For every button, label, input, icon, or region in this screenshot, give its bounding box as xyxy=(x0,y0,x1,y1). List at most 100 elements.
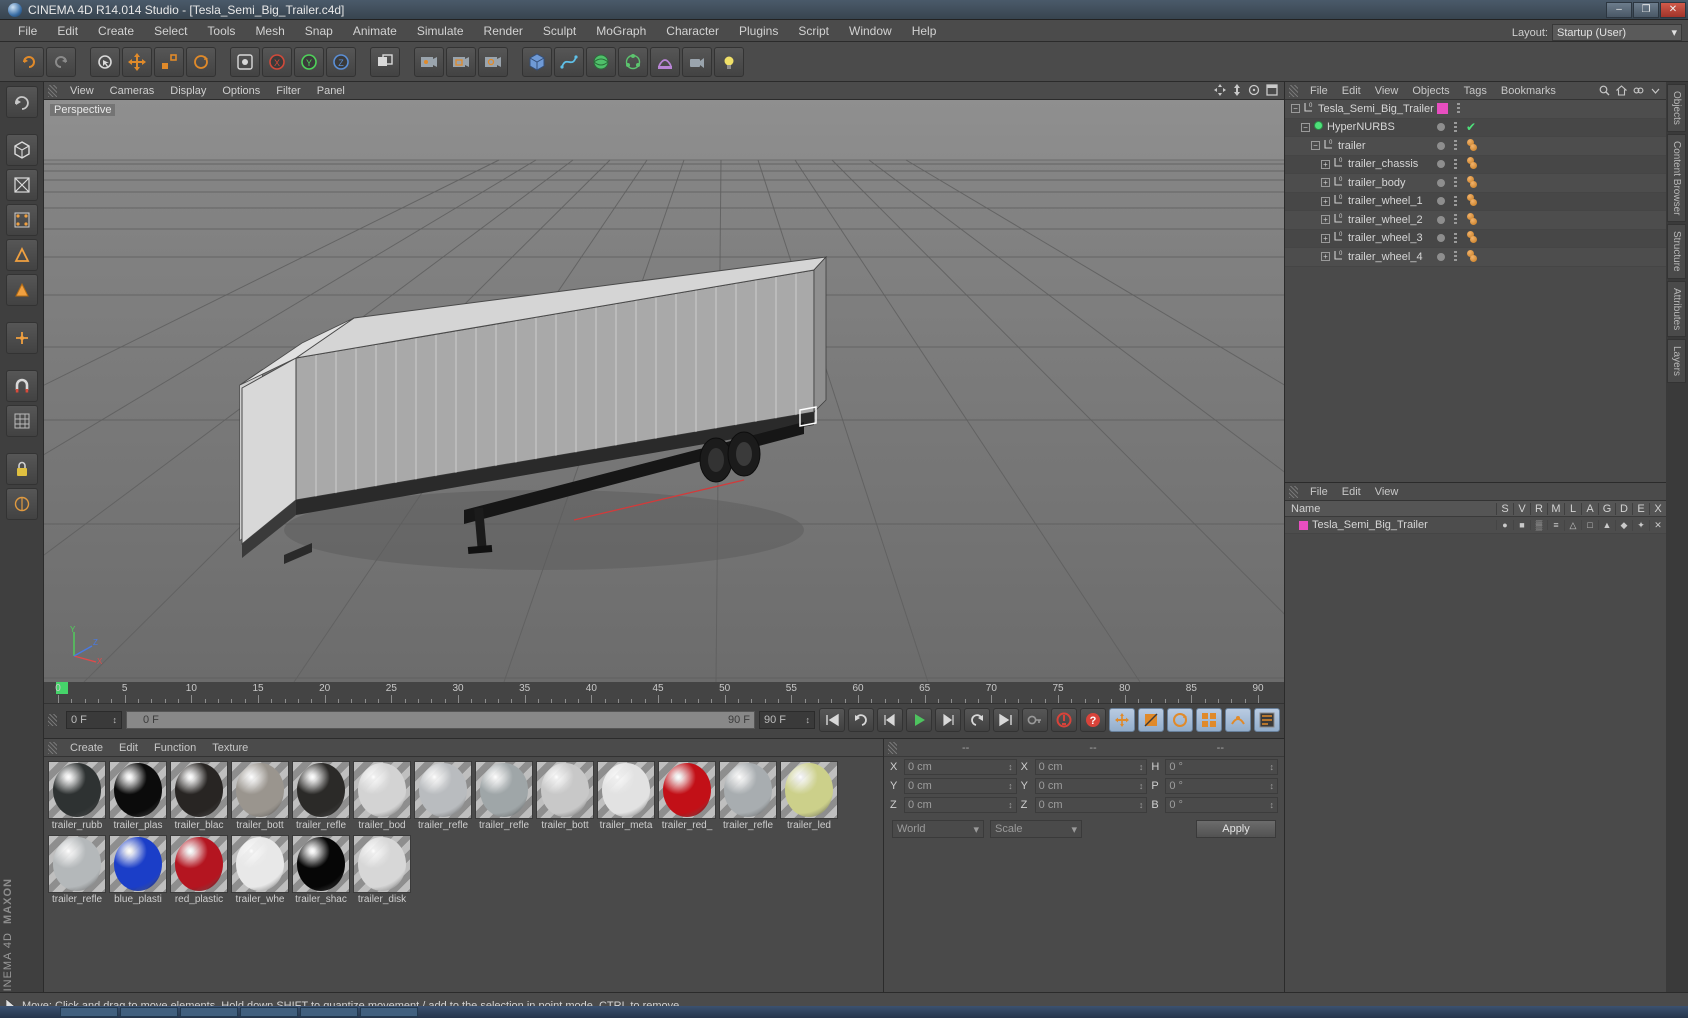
panel-grip-icon[interactable] xyxy=(1289,485,1298,498)
material-item[interactable]: trailer_refle xyxy=(414,761,472,832)
menu-item-select[interactable]: Select xyxy=(144,22,197,40)
material-swatch[interactable] xyxy=(48,835,106,893)
material-swatch[interactable] xyxy=(536,761,594,819)
visibility-dot[interactable] xyxy=(1437,123,1445,132)
editor-render-dots-icon[interactable] xyxy=(1454,195,1457,207)
material-item[interactable]: trailer_refle xyxy=(475,761,533,832)
menu-item-sculpt[interactable]: Sculpt xyxy=(533,22,586,40)
material-item[interactable]: trailer_shac xyxy=(292,835,350,906)
taskbar-item[interactable] xyxy=(300,1007,358,1017)
lock-x-axis-button[interactable]: X xyxy=(262,46,292,77)
rotate-button[interactable] xyxy=(186,46,216,77)
menu-item-help[interactable]: Help xyxy=(902,22,947,40)
material-swatch[interactable] xyxy=(475,761,533,819)
layer-column-M[interactable]: M xyxy=(1547,502,1564,515)
material-swatch[interactable] xyxy=(658,761,716,819)
spinner-icon[interactable]: ↕ xyxy=(1008,762,1013,772)
spinner-icon[interactable]: ↕ xyxy=(1139,781,1144,791)
lock-y-axis-button[interactable]: Y xyxy=(294,46,324,77)
viewport-menu-filter[interactable]: Filter xyxy=(268,84,308,98)
rotation-key-button[interactable] xyxy=(1167,708,1193,732)
material-menu-create[interactable]: Create xyxy=(62,741,111,755)
viewport-menu-panel[interactable]: Panel xyxy=(309,84,353,98)
maximize-button[interactable]: ❐ xyxy=(1633,1,1659,18)
go-to-start-button[interactable] xyxy=(819,708,845,732)
material-item[interactable]: trailer_bod xyxy=(353,761,411,832)
material-item[interactable]: trailer_bott xyxy=(536,761,594,832)
redo-button[interactable] xyxy=(46,46,76,77)
minimize-button[interactable]: – xyxy=(1606,1,1632,18)
spinner-icon[interactable]: ↕ xyxy=(1270,800,1275,810)
current-frame-field[interactable]: 0 F ↕ xyxy=(66,711,122,729)
visibility-dot[interactable] xyxy=(1437,252,1445,261)
coord-field-rotation[interactable]: 0 ° ↕ xyxy=(1165,796,1279,813)
object-menu-view[interactable]: View xyxy=(1368,84,1406,98)
object-row[interactable]: +0 trailer_wheel_1 xyxy=(1285,192,1666,211)
tool-enable-snap[interactable] xyxy=(5,370,38,402)
layer-toggle-G[interactable]: ▲ xyxy=(1598,520,1615,530)
menu-item-render[interactable]: Render xyxy=(474,22,533,40)
layer-menu-file[interactable]: File xyxy=(1303,485,1335,499)
viewport-menu-view[interactable]: View xyxy=(62,84,102,98)
layer-toggle-E[interactable]: ✦ xyxy=(1632,519,1649,531)
material-swatch[interactable] xyxy=(170,761,228,819)
spinner-icon[interactable]: ↕ xyxy=(1139,800,1144,810)
spinner-icon[interactable]: ↕ xyxy=(1008,800,1013,810)
visibility-dot[interactable] xyxy=(1437,215,1445,224)
editor-render-dots-icon[interactable] xyxy=(1454,158,1457,170)
editor-render-dots-icon[interactable] xyxy=(1454,140,1457,152)
record-keyframe-button[interactable] xyxy=(1022,708,1048,732)
layer-column-G[interactable]: G xyxy=(1598,502,1615,515)
material-swatch[interactable] xyxy=(231,835,289,893)
world-coordinate-button[interactable] xyxy=(370,46,400,77)
material-swatch[interactable] xyxy=(109,761,167,819)
coord-space-select[interactable]: World ▾ xyxy=(892,820,984,838)
menu-item-create[interactable]: Create xyxy=(88,22,144,40)
dolly-icon[interactable] xyxy=(1232,84,1242,96)
menu-item-mograph[interactable]: MoGraph xyxy=(586,22,656,40)
tool-texture-mode[interactable] xyxy=(5,169,38,201)
object-row[interactable]: +0 trailer_body xyxy=(1285,174,1666,193)
tool-axis-mode[interactable] xyxy=(5,322,38,354)
object-row[interactable]: − 0 trailer xyxy=(1285,137,1666,156)
keyframe-selection-button[interactable]: ? xyxy=(1080,708,1106,732)
search-icon[interactable] xyxy=(1599,85,1610,96)
play-loop-button[interactable] xyxy=(848,708,874,732)
material-item[interactable]: trailer_rubb xyxy=(48,761,106,832)
apply-button[interactable]: Apply xyxy=(1196,820,1276,838)
editor-render-dots-icon[interactable] xyxy=(1454,232,1457,244)
spinner-icon[interactable]: ↕ xyxy=(1270,781,1275,791)
material-item[interactable]: trailer_red_ xyxy=(658,761,716,832)
viewport-menu-options[interactable]: Options xyxy=(214,84,268,98)
layer-row[interactable]: Tesla_Semi_Big_Trailer ● ■ ▒ ≡ △ □ ▲ ◆ ✦ ✕ xyxy=(1285,517,1666,534)
menu-item-window[interactable]: Window xyxy=(839,22,902,40)
material-swatch[interactable] xyxy=(414,761,472,819)
material-item[interactable]: trailer_refle xyxy=(48,835,106,906)
material-item[interactable]: trailer_blac xyxy=(170,761,228,832)
move-button[interactable] xyxy=(122,46,152,77)
material-tag-icon[interactable] xyxy=(1470,236,1477,244)
material-swatch[interactable] xyxy=(353,761,411,819)
menu-item-mesh[interactable]: Mesh xyxy=(245,22,294,40)
tool-planar-workplane[interactable] xyxy=(5,488,38,520)
deformer-button[interactable] xyxy=(650,46,680,77)
object-menu-edit[interactable]: Edit xyxy=(1335,84,1368,98)
tool-polygons-mode[interactable] xyxy=(5,274,38,306)
layer-toggle-V[interactable]: ■ xyxy=(1513,520,1530,530)
editor-render-dots-icon[interactable] xyxy=(1454,251,1457,263)
visibility-dot[interactable] xyxy=(1437,141,1445,150)
layer-column-S[interactable]: S xyxy=(1496,502,1513,515)
taskbar-item[interactable] xyxy=(60,1007,118,1017)
coord-field-size[interactable]: 0 cm ↕ xyxy=(1034,758,1148,775)
timeline-settings-button[interactable] xyxy=(1254,708,1280,732)
render-region-button[interactable] xyxy=(446,46,476,77)
material-swatch[interactable] xyxy=(231,761,289,819)
layer-column-R[interactable]: R xyxy=(1530,502,1547,515)
orbit-icon[interactable] xyxy=(1248,84,1260,96)
vtab-content-browser[interactable]: Content Browser xyxy=(1667,133,1686,223)
material-tag-icon[interactable] xyxy=(1470,217,1477,225)
expander-expand-icon[interactable]: + xyxy=(1321,233,1330,243)
point-level-anim-button[interactable] xyxy=(1225,708,1251,732)
play-button[interactable] xyxy=(906,708,932,732)
layer-column-A[interactable]: A xyxy=(1581,502,1598,515)
